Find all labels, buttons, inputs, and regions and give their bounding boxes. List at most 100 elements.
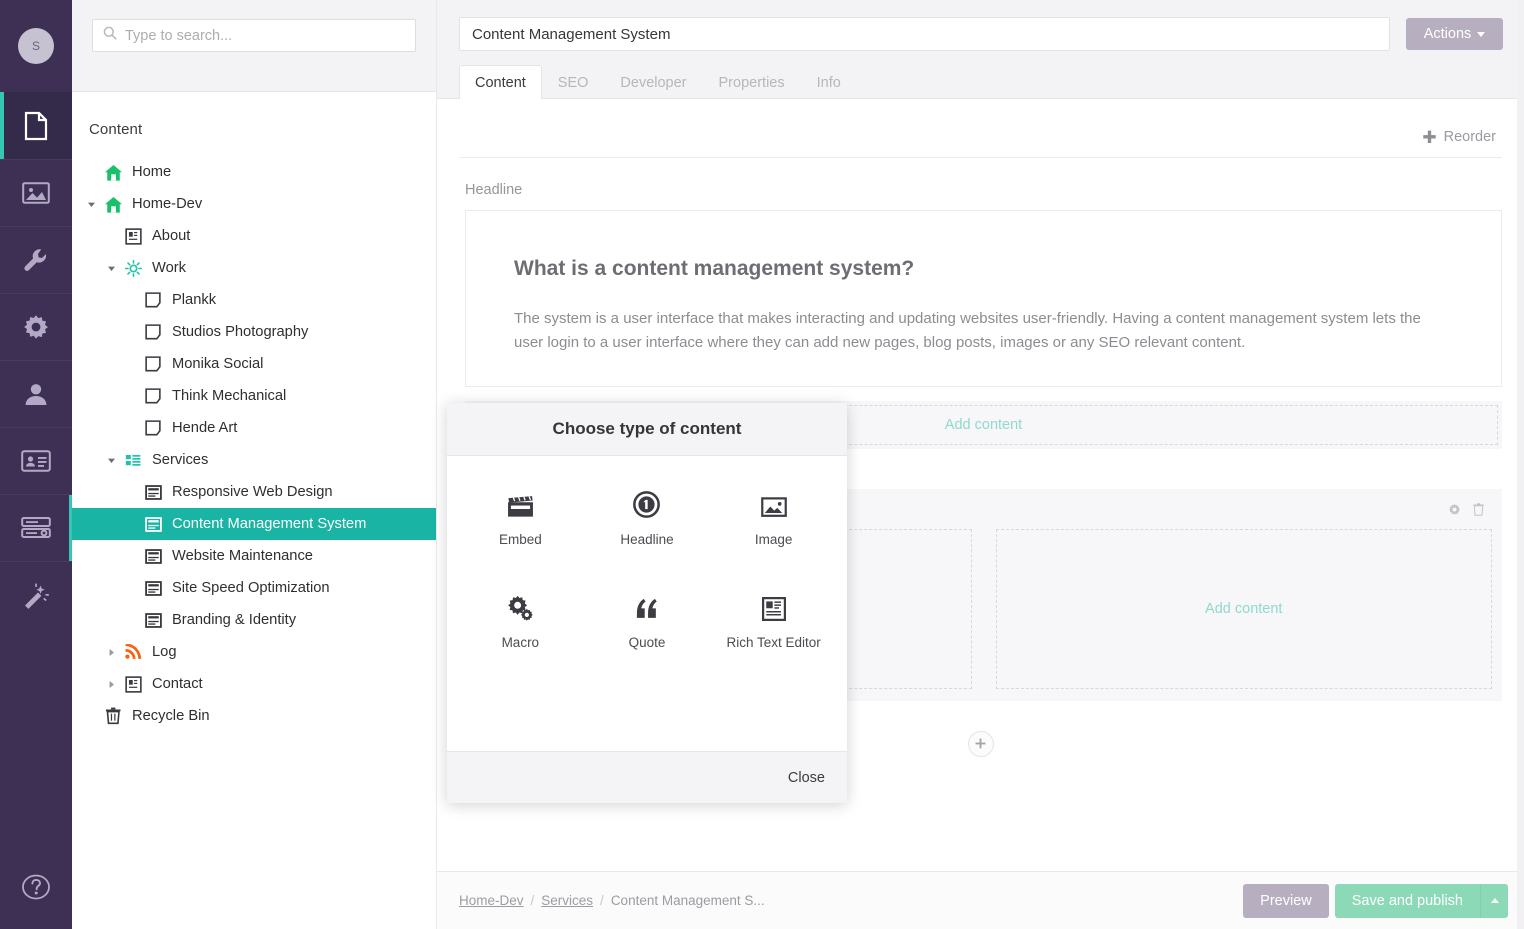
content-type-label: Macro (501, 635, 540, 650)
breadcrumb-separator: / (600, 893, 604, 908)
list-icon (120, 454, 146, 467)
tree-item-home-dev[interactable]: Home-Dev (72, 188, 436, 220)
search-input[interactable]: Type to search... (92, 19, 416, 52)
tree-item-work[interactable]: Work (72, 252, 436, 284)
tab-seo[interactable]: SEO (542, 65, 605, 99)
article-icon (120, 675, 146, 693)
content-type-headline[interactable]: Headline (584, 490, 711, 547)
breadcrumb: Home-Dev / Services / Content Management S..… (459, 893, 765, 908)
magic-wand-icon (22, 581, 50, 609)
rail-item-users[interactable] (0, 360, 72, 427)
tree-title: Content (89, 121, 143, 138)
headline-title: What is a content management system? (514, 257, 915, 280)
tree-item-contact[interactable]: Contact (72, 668, 436, 700)
tree-item-website-maintenance[interactable]: Website Maintenance (72, 540, 436, 572)
tree-item-label: Branding & Identity (172, 612, 297, 628)
gear-icon (22, 313, 50, 341)
publish-options-button[interactable] (1480, 883, 1508, 918)
chevron-down-icon[interactable] (102, 264, 120, 273)
rail-item-members[interactable] (0, 427, 72, 494)
content-type-quote[interactable]: Quote (584, 593, 711, 650)
tree-item-label: Services (152, 452, 209, 468)
rail-item-settings[interactable] (0, 226, 72, 293)
rail-item-content[interactable] (0, 92, 72, 159)
chevron-right-icon[interactable] (102, 648, 120, 657)
server-icon (21, 516, 51, 540)
rail-item-developer[interactable] (0, 293, 72, 360)
search-bar: Type to search... (72, 0, 436, 92)
node-name-input[interactable]: Content Management System (459, 17, 1390, 51)
tree-item-recycle-bin[interactable]: Recycle Bin (72, 700, 436, 732)
rail-item-forms[interactable] (0, 494, 72, 561)
content-type-label: Headline (620, 532, 674, 547)
tab-info[interactable]: Info (801, 65, 857, 99)
grid-area-label: Headline (465, 182, 523, 198)
tree-item-responsive-web-design[interactable]: Responsive Web Design (72, 476, 436, 508)
close-button[interactable]: Close (788, 770, 825, 786)
content-type-macro[interactable]: Macro (457, 593, 584, 650)
tree-item-label: Think Mechanical (172, 388, 287, 404)
tree-item-home[interactable]: Home (72, 156, 436, 188)
publish-button-group: Save and publish (1334, 883, 1508, 918)
tree-item-studios-photography[interactable]: Studios Photography (72, 316, 436, 348)
tree-item-about[interactable]: About (72, 220, 436, 252)
tree-item-site-speed-optimization[interactable]: Site Speed Optimization (72, 572, 436, 604)
add-row-button[interactable] (967, 730, 994, 757)
actions-button[interactable]: Actions (1406, 18, 1503, 50)
breadcrumb-separator: / (530, 893, 535, 908)
tab-content[interactable]: Content (459, 65, 542, 99)
trash-icon[interactable] (1473, 502, 1484, 521)
breadcrumb-item[interactable]: Services (541, 893, 593, 908)
tree-item-hende-art[interactable]: Hende Art (72, 412, 436, 444)
breadcrumb-item[interactable]: Home-Dev (459, 893, 524, 908)
rail-item-media[interactable] (0, 159, 72, 226)
tree-item-label: Studios Photography (172, 324, 309, 340)
tree-item-label: Log (152, 644, 177, 660)
tree-item-label: Home-Dev (132, 196, 203, 212)
app-rail: S (0, 0, 72, 929)
tree-item-content-management-system[interactable]: Content Management System (72, 508, 436, 540)
choose-content-type-dialog: Choose type of content Embed Headline Imag… (447, 403, 847, 803)
tree-list: Home Home-Dev About Work Plankk Studios Photo… (72, 156, 436, 732)
search-placeholder: Type to search... (125, 27, 233, 44)
trash-icon (100, 707, 126, 725)
chevron-right-icon[interactable] (102, 680, 120, 689)
circle-one-icon (633, 490, 661, 518)
save-and-publish-button[interactable]: Save and publish (1334, 883, 1480, 918)
content-type-rich-text-editor[interactable]: Rich Text Editor (710, 593, 837, 650)
tree-item-label: Site Speed Optimization (172, 580, 330, 596)
sun-icon (120, 259, 146, 277)
headline-card[interactable]: What is a content management system? The… (465, 210, 1502, 387)
content-type-label: Image (754, 532, 793, 547)
content-type-image[interactable]: Image (710, 490, 837, 547)
tree-item-label: Responsive Web Design (172, 484, 333, 500)
preview-button[interactable]: Preview (1243, 883, 1329, 918)
tab-properties[interactable]: Properties (703, 65, 801, 99)
gear-icon[interactable] (1448, 503, 1461, 521)
tab-developer[interactable]: Developer (604, 65, 702, 99)
tree-item-log[interactable]: Log (72, 636, 436, 668)
tree-item-think-mechanical[interactable]: Think Mechanical (72, 380, 436, 412)
avatar[interactable]: S (18, 28, 54, 64)
tree-item-branding-identity[interactable]: Branding & Identity (72, 604, 436, 636)
tree-item-plankk[interactable]: Plankk (72, 284, 436, 316)
tree-item-label: Contact (152, 676, 203, 692)
tree-item-services[interactable]: Services (72, 444, 436, 476)
dialog-header: Choose type of content (447, 403, 847, 456)
page-icon (140, 580, 166, 596)
page-icon (140, 612, 166, 628)
rail-item-packages[interactable] (0, 561, 72, 628)
tag-icon (140, 388, 166, 404)
add-content-zone-right[interactable]: Add content (995, 528, 1492, 689)
help-button[interactable] (0, 849, 72, 929)
id-card-icon (21, 450, 51, 472)
article-icon (120, 227, 146, 245)
page-scrollbar[interactable] (1517, 0, 1524, 929)
tree-item-monika-social[interactable]: Monika Social (72, 348, 436, 380)
chevron-down-icon[interactable] (82, 200, 100, 209)
reorder-button[interactable]: ✚ Reorder (1422, 129, 1496, 146)
chevron-down-icon[interactable] (102, 456, 120, 465)
tag-icon (140, 420, 166, 436)
tree-item-label: Website Maintenance (172, 548, 313, 564)
content-type-embed[interactable]: Embed (457, 490, 584, 547)
